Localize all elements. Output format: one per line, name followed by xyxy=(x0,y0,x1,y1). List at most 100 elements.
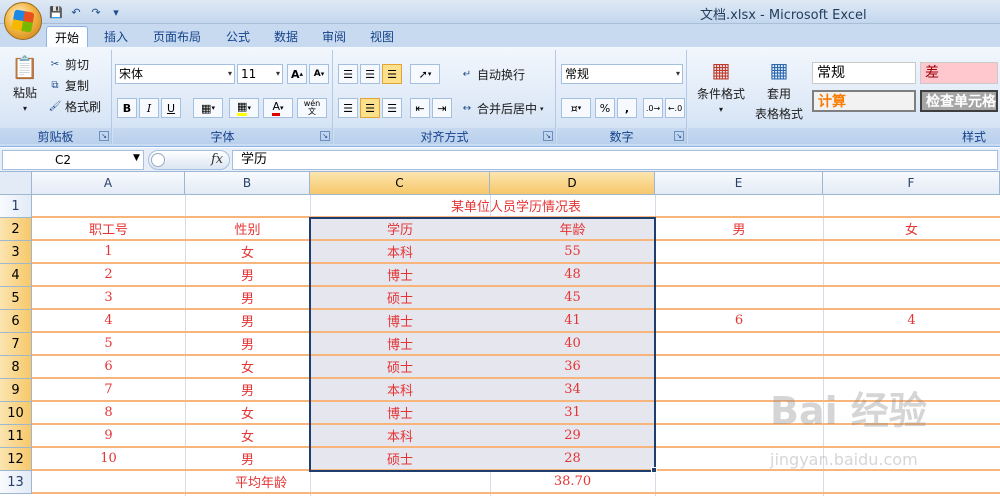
header-cell-e[interactable]: 男 xyxy=(655,218,823,241)
table-cell[interactable]: 男 xyxy=(185,379,310,402)
format-as-table-button[interactable]: ▦ 套用 表格格式 xyxy=(748,58,810,122)
tab-view[interactable]: 视图 xyxy=(362,26,402,48)
tab-formulas[interactable]: 公式 xyxy=(218,26,258,48)
table-cell[interactable]: 40 xyxy=(490,333,655,356)
table-cell[interactable] xyxy=(823,356,1000,379)
table-cell[interactable]: 博士 xyxy=(310,264,490,287)
header-cell-c[interactable]: 学历 xyxy=(310,218,490,241)
row-header-3[interactable]: 3 xyxy=(0,241,32,264)
table-cell[interactable]: 女 xyxy=(185,241,310,264)
font-size-select[interactable]: 11 ▾ xyxy=(237,64,283,84)
table-cell[interactable] xyxy=(655,333,823,356)
table-cell[interactable]: 博士 xyxy=(310,402,490,425)
table-cell[interactable]: 男 xyxy=(185,287,310,310)
accounting-format-button[interactable]: ¤ ▾ xyxy=(561,98,591,118)
paste-button[interactable]: 📋 粘贴 ▾ xyxy=(8,56,42,113)
align-top-button[interactable]: ☰ xyxy=(338,64,358,84)
row-header-4[interactable]: 4 xyxy=(0,264,32,287)
table-cell[interactable] xyxy=(823,264,1000,287)
table-cell[interactable]: 3 xyxy=(32,287,185,310)
table-cell[interactable] xyxy=(823,287,1000,310)
alignment-launcher-icon[interactable]: ↘ xyxy=(543,131,553,141)
align-middle-button[interactable]: ☰ xyxy=(360,64,380,84)
table-cell[interactable]: 男 xyxy=(185,333,310,356)
table-cell[interactable]: 9 xyxy=(32,425,185,448)
sheet-title-cell[interactable]: 某单位人员学历情况表 xyxy=(32,195,1000,218)
table-cell[interactable]: 本科 xyxy=(310,425,490,448)
font-color-button[interactable]: A ▾ xyxy=(263,98,293,118)
cut-button[interactable]: ✂ 剪切 xyxy=(48,56,89,73)
table-cell[interactable]: 36 xyxy=(490,356,655,379)
number-launcher-icon[interactable]: ↘ xyxy=(674,131,684,141)
header-cell-a[interactable]: 职工号 xyxy=(32,218,185,241)
table-cell[interactable]: 硕士 xyxy=(310,448,490,471)
merge-center-button[interactable]: ↔ 合并后居中 ▾ xyxy=(460,100,544,117)
style-check-cell[interactable]: 检查单元格 xyxy=(920,90,998,112)
table-cell[interactable]: 28 xyxy=(490,448,655,471)
table-cell[interactable]: 2 xyxy=(32,264,185,287)
font-launcher-icon[interactable]: ↘ xyxy=(320,131,330,141)
name-box[interactable]: C2 xyxy=(2,150,144,170)
expand-circle-icon[interactable] xyxy=(151,153,165,167)
borders-button[interactable]: ▦ ▾ xyxy=(193,98,223,118)
table-cell[interactable]: 女 xyxy=(185,356,310,379)
table-cell[interactable]: 本科 xyxy=(310,241,490,264)
align-bottom-button[interactable]: ☰ xyxy=(382,64,402,84)
align-center-button[interactable]: ☰ xyxy=(360,98,380,118)
column-header-a[interactable]: A xyxy=(32,172,185,195)
formula-input[interactable]: 学历 xyxy=(232,150,998,170)
column-header-e[interactable]: E xyxy=(655,172,823,195)
style-bad[interactable]: 差 xyxy=(920,62,998,84)
tab-data[interactable]: 数据 xyxy=(266,26,306,48)
row-header-1[interactable]: 1 xyxy=(0,195,32,218)
comma-style-button[interactable]: , xyxy=(617,98,637,118)
tab-home[interactable]: 开始 xyxy=(46,26,89,48)
table-cell[interactable]: 4 xyxy=(32,310,185,333)
table-cell[interactable]: 男 xyxy=(185,310,310,333)
select-all-corner[interactable] xyxy=(0,172,32,195)
row-header-5[interactable]: 5 xyxy=(0,287,32,310)
grow-font-button[interactable]: A ▴ xyxy=(287,64,307,84)
tab-page-layout[interactable]: 页面布局 xyxy=(145,26,209,48)
align-left-button[interactable]: ☰ xyxy=(338,98,358,118)
column-header-d[interactable]: D xyxy=(490,172,655,195)
table-cell[interactable]: 女 xyxy=(185,402,310,425)
increase-indent-button[interactable]: ⇥ xyxy=(432,98,452,118)
insert-function-icon[interactable]: fx xyxy=(211,152,223,167)
table-cell[interactable]: 4 xyxy=(823,310,1000,333)
row-header-11[interactable]: 11 xyxy=(0,425,32,448)
style-calculation[interactable]: 计算 xyxy=(812,90,916,112)
average-age-value-cell[interactable]: 38.70 xyxy=(490,471,655,494)
table-cell[interactable]: 55 xyxy=(490,241,655,264)
table-cell[interactable] xyxy=(655,356,823,379)
table-cell[interactable]: 6 xyxy=(32,356,185,379)
column-header-b[interactable]: B xyxy=(185,172,310,195)
wrap-text-button[interactable]: ↵ 自动换行 xyxy=(460,66,525,83)
header-cell-b[interactable]: 性别 xyxy=(185,218,310,241)
table-cell[interactable]: 1 xyxy=(32,241,185,264)
percent-button[interactable]: % xyxy=(595,98,615,118)
row-header-9[interactable]: 9 xyxy=(0,379,32,402)
table-cell[interactable]: 29 xyxy=(490,425,655,448)
tab-insert[interactable]: 插入 xyxy=(96,26,136,48)
row-header-2[interactable]: 2 xyxy=(0,218,32,241)
undo-icon[interactable]: ↶ xyxy=(68,4,84,20)
orientation-button[interactable]: ➚ ▾ xyxy=(410,64,440,84)
table-cell[interactable]: 34 xyxy=(490,379,655,402)
table-cell[interactable]: 8 xyxy=(32,402,185,425)
table-cell[interactable] xyxy=(823,333,1000,356)
row-header-12[interactable]: 12 xyxy=(0,448,32,471)
table-cell[interactable]: 博士 xyxy=(310,333,490,356)
row-header-8[interactable]: 8 xyxy=(0,356,32,379)
row-header-10[interactable]: 10 xyxy=(0,402,32,425)
average-age-label-cell[interactable]: 平均年龄 xyxy=(32,471,490,494)
table-cell[interactable] xyxy=(655,264,823,287)
table-cell[interactable]: 41 xyxy=(490,310,655,333)
decrease-decimal-button[interactable]: ←.0 xyxy=(665,98,685,118)
table-cell[interactable]: 10 xyxy=(32,448,185,471)
column-header-c[interactable]: C xyxy=(310,172,490,195)
table-cell[interactable]: 博士 xyxy=(310,310,490,333)
table-cell[interactable] xyxy=(655,287,823,310)
table-cell[interactable]: 男 xyxy=(185,448,310,471)
fill-handle[interactable] xyxy=(651,467,657,473)
